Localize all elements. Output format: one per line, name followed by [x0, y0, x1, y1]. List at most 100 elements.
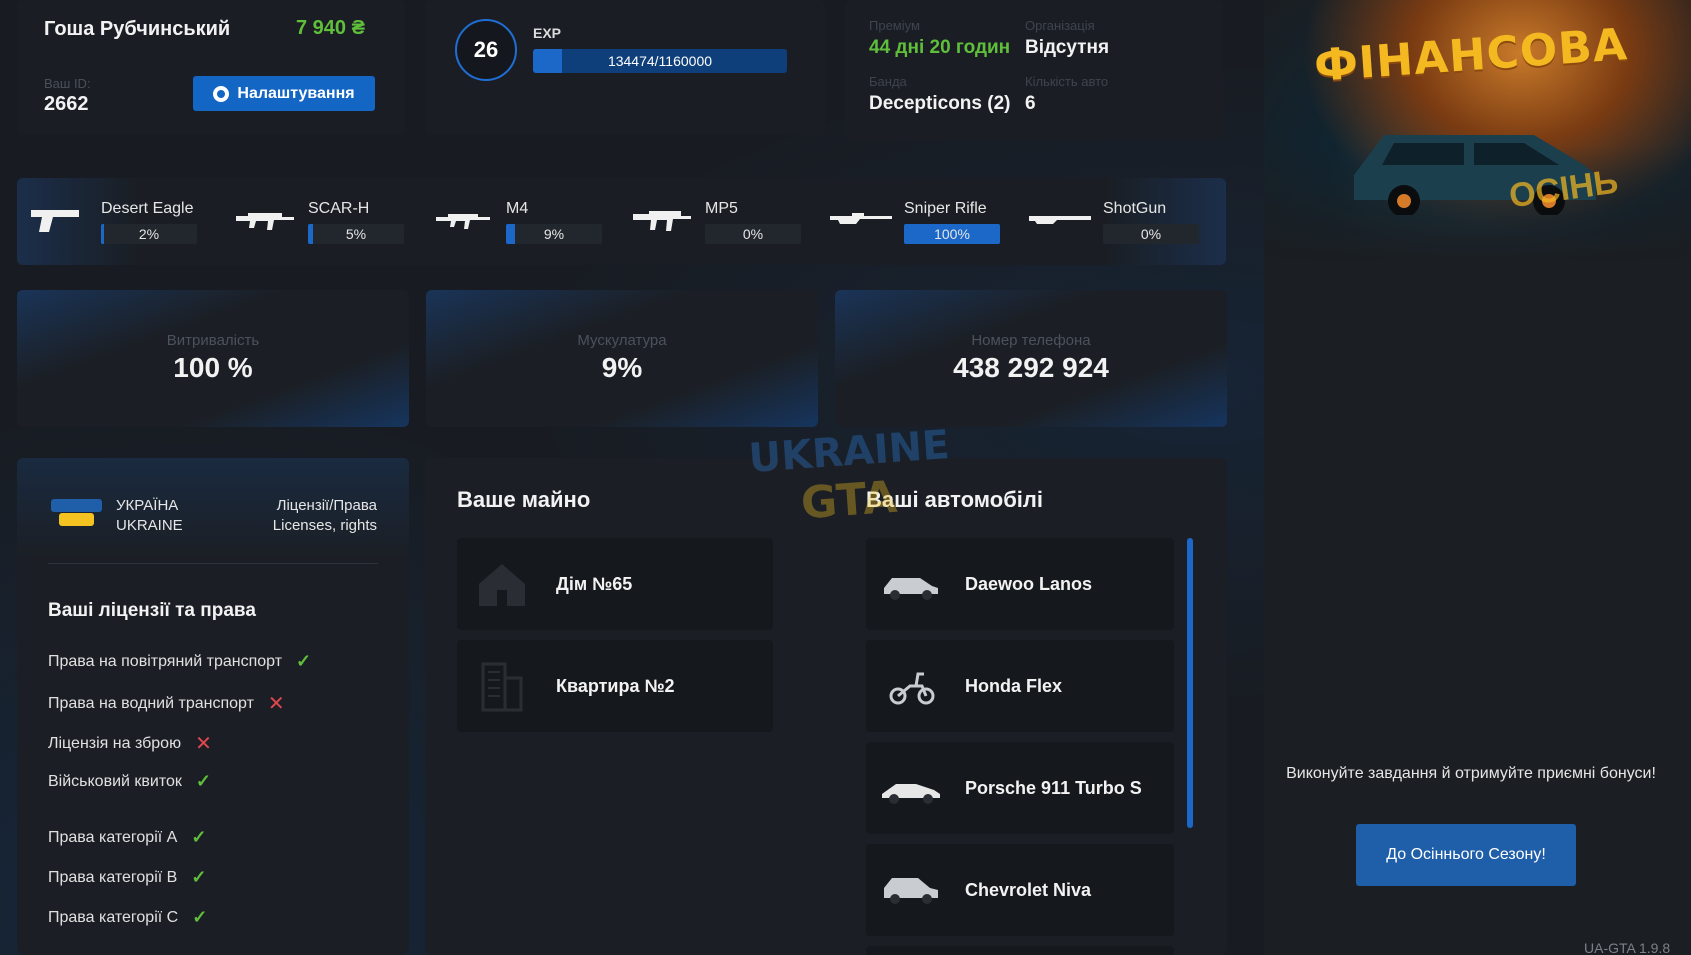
- licenses-org-line2: UKRAINE: [116, 517, 183, 534]
- weapon-percent: 0%: [1140, 226, 1162, 242]
- property-item-apartment[interactable]: Квартира №2: [457, 640, 773, 732]
- gang-label: Банда: [869, 74, 907, 89]
- cross-icon: ✕: [267, 693, 285, 715]
- weapon-progress: 9%: [506, 224, 602, 244]
- divider: [48, 563, 378, 564]
- stat-label: Мускулатура: [577, 332, 667, 349]
- check-icon: ✓: [296, 651, 312, 671]
- weapon-name: MP5: [705, 200, 738, 217]
- scooter-icon: [889, 672, 935, 705]
- cars-count-value: 6: [1025, 93, 1036, 114]
- vehicles-title: Ваші автомобілі: [866, 487, 1043, 512]
- license-label: Права категорії C: [48, 908, 179, 926]
- property-label: Дім №65: [556, 573, 633, 594]
- weapon-percent: 2%: [138, 226, 160, 242]
- vehicle-item[interactable]: Honda Flex: [866, 640, 1174, 732]
- settings-button[interactable]: Налаштування: [193, 76, 375, 111]
- weapon-name: M4: [506, 200, 529, 217]
- premium-value: 44 дні 20 годин: [869, 37, 1011, 58]
- license-label: Права на водний транспорт: [48, 694, 254, 712]
- vehicle-label: Chevrolet Niva: [965, 879, 1092, 900]
- license-label: Ліцензія на зброю: [48, 734, 182, 752]
- vehicles-scrollbar[interactable]: [1187, 538, 1193, 828]
- autumn-season-button[interactable]: До Осіннього Сезону!: [1356, 824, 1576, 886]
- premium-label: Преміум: [869, 18, 920, 33]
- level-value: 26: [473, 37, 499, 62]
- vehicle-item[interactable]: Porsche 911 Turbo S: [866, 742, 1174, 834]
- license-item: Військовий квиток ✓: [48, 771, 211, 792]
- settings-button-label: Налаштування: [237, 84, 355, 102]
- player-id-label: Ваш ID:: [44, 76, 91, 91]
- muscle-card: Мускулатура 9%: [426, 290, 818, 427]
- promo-banner-title: ФІНАНСОВА: [1312, 19, 1630, 92]
- weapon-percent: 5%: [345, 226, 367, 242]
- stat-label: Номер телефона: [971, 332, 1091, 349]
- vehicle-item[interactable]: Chevrolet Niva: [866, 844, 1174, 936]
- gear-icon: [213, 85, 230, 102]
- player-name: Гоша Рубчинський: [44, 18, 231, 40]
- check-icon: ✓: [191, 827, 207, 847]
- organization-value: Відсутня: [1025, 37, 1110, 58]
- stamina-card: Витривалість 100 %: [17, 290, 409, 427]
- weapon-percent: 0%: [742, 226, 764, 242]
- sniper-icon: [830, 213, 892, 224]
- property-label: Квартира №2: [556, 675, 675, 696]
- promo-text: Виконуйте завдання й отримуйте приємні б…: [1286, 765, 1656, 782]
- gang-value: Decepticons (2): [869, 93, 1011, 114]
- licenses-type-line1: Ліцензії/Права: [276, 497, 377, 514]
- cross-icon: ✕: [195, 733, 212, 755]
- stat-label: Витривалість: [166, 332, 260, 349]
- level-badge: 26: [455, 19, 517, 81]
- rifle-icon: [436, 214, 490, 229]
- rifle-icon: [236, 213, 294, 230]
- version-label: UA-GTA 1.9.8: [1584, 940, 1671, 955]
- weapon-skills-bar: Desert Eagle 2% SCAR-H 5% M4 9% MP5 0% S…: [17, 178, 1226, 265]
- license-label: Військовий квиток: [48, 772, 182, 790]
- organization-label: Організація: [1025, 18, 1095, 33]
- property-title: Ваше майно: [457, 487, 591, 512]
- license-label: Права категорії A: [48, 828, 178, 846]
- weapon-name: Sniper Rifle: [904, 200, 987, 217]
- weapon-progress: 100%: [904, 224, 1000, 244]
- promo-banner-image: ФІНАНСОВА ОСІНЬ: [1264, 0, 1691, 265]
- suv-icon: [884, 878, 938, 904]
- sportscar-icon: [882, 784, 940, 804]
- weapon-percent: 9%: [543, 226, 565, 242]
- license-item: Права на повітряний транспорт ✓: [48, 651, 311, 672]
- check-icon: ✓: [191, 867, 207, 887]
- stat-value: 100 %: [173, 352, 253, 383]
- player-id-value: 2662: [44, 93, 89, 115]
- vehicle-item[interactable]: Daewoo Lanos: [866, 538, 1174, 630]
- license-item: Права категорії B ✓: [48, 867, 206, 888]
- license-label: Права категорії B: [48, 868, 178, 886]
- cars-count-label: Кількість авто: [1025, 74, 1109, 89]
- weapon-percent: 100%: [934, 226, 970, 242]
- vehicle-label: Porsche 911 Turbo S: [965, 777, 1142, 798]
- building-icon: [481, 662, 523, 712]
- licenses-title: Ваші ліцензії та права: [48, 600, 256, 621]
- license-item: Ліцензія на зброю ✕: [48, 731, 212, 756]
- stat-value: 438 292 924: [953, 352, 1109, 383]
- weapon-progress: 0%: [705, 224, 801, 244]
- weapon-name: SCAR-H: [308, 200, 370, 217]
- property-item-house[interactable]: Дім №65: [457, 538, 773, 630]
- exp-label: EXP: [533, 25, 562, 41]
- licenses-type-line2: Licenses, rights: [272, 517, 377, 534]
- license-item: Права на водний транспорт ✕: [48, 691, 285, 716]
- weapon-name: ShotGun: [1103, 200, 1167, 217]
- weapon-progress: 0%: [1103, 224, 1199, 244]
- stat-value: 9%: [601, 352, 643, 383]
- shotgun-icon: [1029, 216, 1091, 224]
- license-label: Права на повітряний транспорт: [48, 652, 283, 670]
- licenses-org-line1: УКРАЇНА: [116, 497, 179, 514]
- car-icon: [884, 578, 938, 600]
- weapon-name: Desert Eagle: [101, 200, 194, 217]
- money-balance: 7 940 ₴: [296, 17, 365, 39]
- license-item: Права категорії A ✓: [48, 827, 206, 848]
- weapon-progress: 5%: [308, 224, 404, 244]
- vehicle-item[interactable]: [866, 946, 1174, 955]
- check-icon: ✓: [195, 771, 211, 791]
- check-icon: ✓: [192, 907, 208, 927]
- ukraine-gta-logo: [51, 499, 102, 526]
- vehicle-label: Daewoo Lanos: [965, 573, 1093, 594]
